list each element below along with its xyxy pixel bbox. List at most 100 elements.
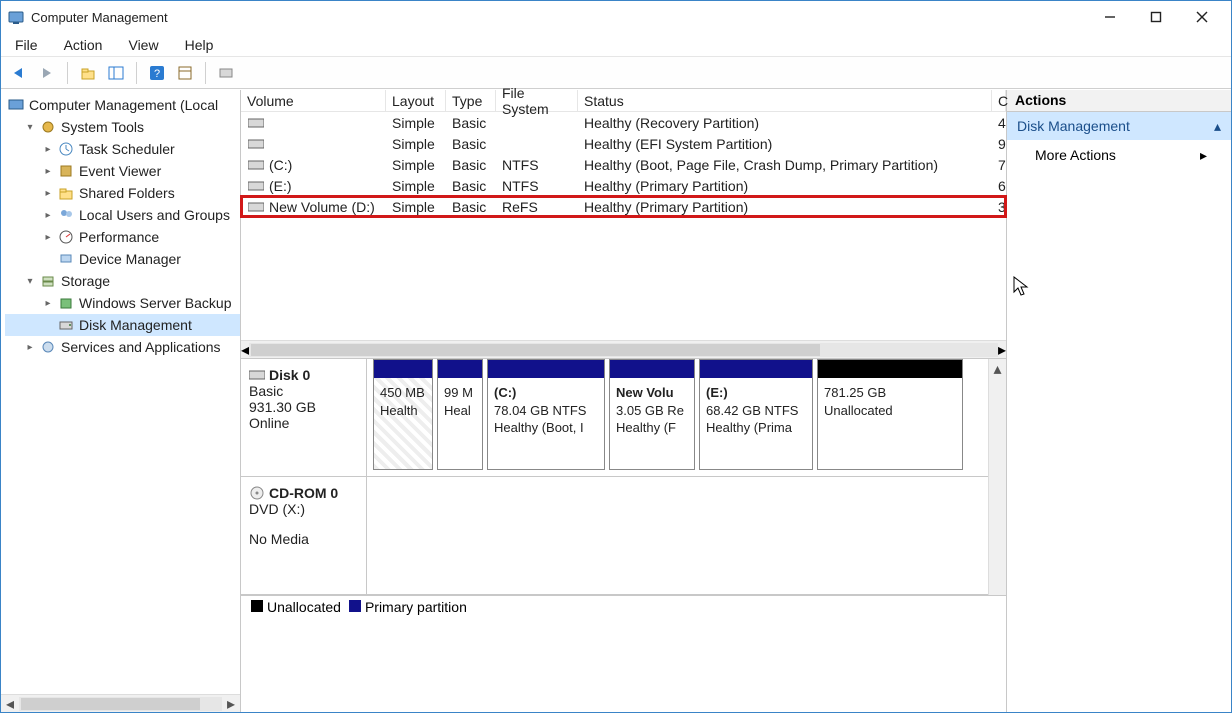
partition-name: (C:) (494, 384, 598, 402)
collapse-icon[interactable]: ▾ (23, 120, 37, 134)
volume-type: Basic (446, 115, 496, 131)
disk-state: Online (249, 415, 358, 431)
diskmap-vscrollbar[interactable]: ▴ (988, 359, 1006, 595)
menu-view[interactable]: View (124, 35, 162, 55)
expand-icon[interactable]: ▸ (23, 340, 37, 354)
tree-device-manager[interactable]: Device Manager (5, 248, 240, 270)
tree-storage[interactable]: ▾ Storage (5, 270, 240, 292)
col-capacity[interactable]: C (992, 90, 1006, 111)
volume-fs: NTFS (496, 178, 578, 194)
volume-type: Basic (446, 178, 496, 194)
actions-section-title[interactable]: Disk Management ▴ (1007, 112, 1231, 140)
volume-type: Basic (446, 199, 496, 215)
tree-label: Computer Management (Local (29, 97, 218, 113)
volume-row[interactable]: SimpleBasicHealthy (Recovery Partition)4 (241, 112, 1006, 133)
tree-performance[interactable]: ▸ Performance (5, 226, 240, 248)
users-icon (57, 206, 75, 224)
partition-status: Healthy (F (616, 419, 688, 437)
partition-box[interactable]: (C:)78.04 GB NTFSHealthy (Boot, I (487, 359, 605, 470)
disk-row-disk0[interactable]: Disk 0 Basic 931.30 GB Online 450 MBHeal… (241, 359, 1006, 477)
tree-hscrollbar[interactable]: ◂▸ (1, 694, 240, 712)
actions-header: Actions (1007, 90, 1231, 112)
col-type[interactable]: Type (446, 90, 496, 111)
volume-row[interactable]: New Volume (D:)SimpleBasicReFSHealthy (P… (241, 196, 1006, 217)
partition-box[interactable]: 781.25 GBUnallocated (817, 359, 963, 470)
expand-icon[interactable]: ▸ (41, 164, 55, 178)
partition-size: 3.05 GB Re (616, 402, 688, 420)
tree-task-scheduler[interactable]: ▸ Task Scheduler (5, 138, 240, 160)
partition-box[interactable]: New Volu3.05 GB ReHealthy (F (609, 359, 695, 470)
col-volume[interactable]: Volume (241, 90, 386, 111)
volume-layout: Simple (386, 199, 446, 215)
partition-box[interactable]: (E:)68.42 GB NTFSHealthy (Prima (699, 359, 813, 470)
partition-box[interactable]: 99 MHeal (437, 359, 483, 470)
partition-size: 781.25 GB (824, 384, 956, 402)
volume-capacity: 7 (992, 157, 1006, 173)
forward-button[interactable] (35, 61, 59, 85)
tree-services[interactable]: ▸ Services and Applications (5, 336, 240, 358)
tree-local-users[interactable]: ▸ Local Users and Groups (5, 204, 240, 226)
col-filesystem[interactable]: File System (496, 90, 578, 111)
properties-button[interactable] (173, 61, 197, 85)
toolbar: ? (1, 57, 1231, 89)
actions-section-label: Disk Management (1017, 118, 1130, 134)
tree-event-viewer[interactable]: ▸ Event Viewer (5, 160, 240, 182)
volume-layout: Simple (386, 115, 446, 131)
collapse-icon[interactable]: ▾ (23, 274, 37, 288)
menubar: File Action View Help (1, 33, 1231, 57)
legend-swatch-unallocated (251, 600, 263, 612)
expand-icon[interactable]: ▸ (41, 186, 55, 200)
tree-root[interactable]: Computer Management (Local (5, 94, 240, 116)
tree-label: Task Scheduler (79, 141, 175, 157)
help-button[interactable]: ? (145, 61, 169, 85)
expand-icon[interactable]: ▸ (41, 296, 55, 310)
refresh-button[interactable] (214, 61, 238, 85)
tree-system-tools[interactable]: ▾ System Tools (5, 116, 240, 138)
tree-shared-folders[interactable]: ▸ Shared Folders (5, 182, 240, 204)
volume-icon (247, 181, 265, 191)
disk-row-cdrom[interactable]: CD-ROM 0 DVD (X:) No Media (241, 477, 1006, 595)
expand-icon[interactable]: ▸ (41, 230, 55, 244)
disk-name: Disk 0 (269, 367, 310, 383)
legend-primary: Primary partition (365, 599, 467, 615)
menu-help[interactable]: Help (181, 35, 218, 55)
volume-layout: Simple (386, 136, 446, 152)
volume-icon (247, 160, 265, 170)
volume-row[interactable]: (C:)SimpleBasicNTFSHealthy (Boot, Page F… (241, 154, 1006, 175)
event-icon (57, 162, 75, 180)
legend-unallocated: Unallocated (267, 599, 341, 615)
show-hide-tree-button[interactable] (104, 61, 128, 85)
minimize-button[interactable] (1087, 1, 1133, 33)
tree-disk-management[interactable]: Disk Management (5, 314, 240, 336)
col-status[interactable]: Status (578, 90, 992, 111)
col-layout[interactable]: Layout (386, 90, 446, 111)
expand-icon[interactable]: ▸ (41, 142, 55, 156)
chevron-right-icon: ▸ (1200, 147, 1207, 164)
svg-text:?: ? (154, 68, 160, 80)
volume-name: New Volume (D:) (269, 199, 375, 215)
close-button[interactable] (1179, 1, 1225, 33)
window-title: Computer Management (31, 10, 1087, 25)
blank-icon (41, 252, 55, 266)
volume-hscrollbar[interactable]: ◂▸ (241, 340, 1006, 358)
volume-row[interactable]: (E:)SimpleBasicNTFSHealthy (Primary Part… (241, 175, 1006, 196)
volume-list-header: Volume Layout Type File System Status C (241, 90, 1006, 112)
volume-row[interactable]: SimpleBasicHealthy (EFI System Partition… (241, 133, 1006, 154)
tree-label: System Tools (61, 119, 144, 135)
up-button[interactable] (76, 61, 100, 85)
tree-wsb[interactable]: ▸ Windows Server Backup (5, 292, 240, 314)
volume-type: Basic (446, 136, 496, 152)
disk-map: Disk 0 Basic 931.30 GB Online 450 MBHeal… (241, 358, 1006, 595)
maximize-button[interactable] (1133, 1, 1179, 33)
menu-file[interactable]: File (11, 35, 42, 55)
toolbar-separator (136, 62, 137, 84)
cdrom-icon (249, 485, 265, 501)
expand-icon[interactable]: ▸ (41, 208, 55, 222)
volume-capacity: 6 (992, 178, 1006, 194)
back-button[interactable] (7, 61, 31, 85)
partition-box[interactable]: 450 MBHealth (373, 359, 433, 470)
actions-more-label: More Actions (1035, 147, 1116, 163)
menu-action[interactable]: Action (60, 35, 107, 55)
volume-list[interactable]: SimpleBasicHealthy (Recovery Partition)4… (241, 112, 1006, 217)
actions-more[interactable]: More Actions ▸ (1007, 140, 1231, 170)
